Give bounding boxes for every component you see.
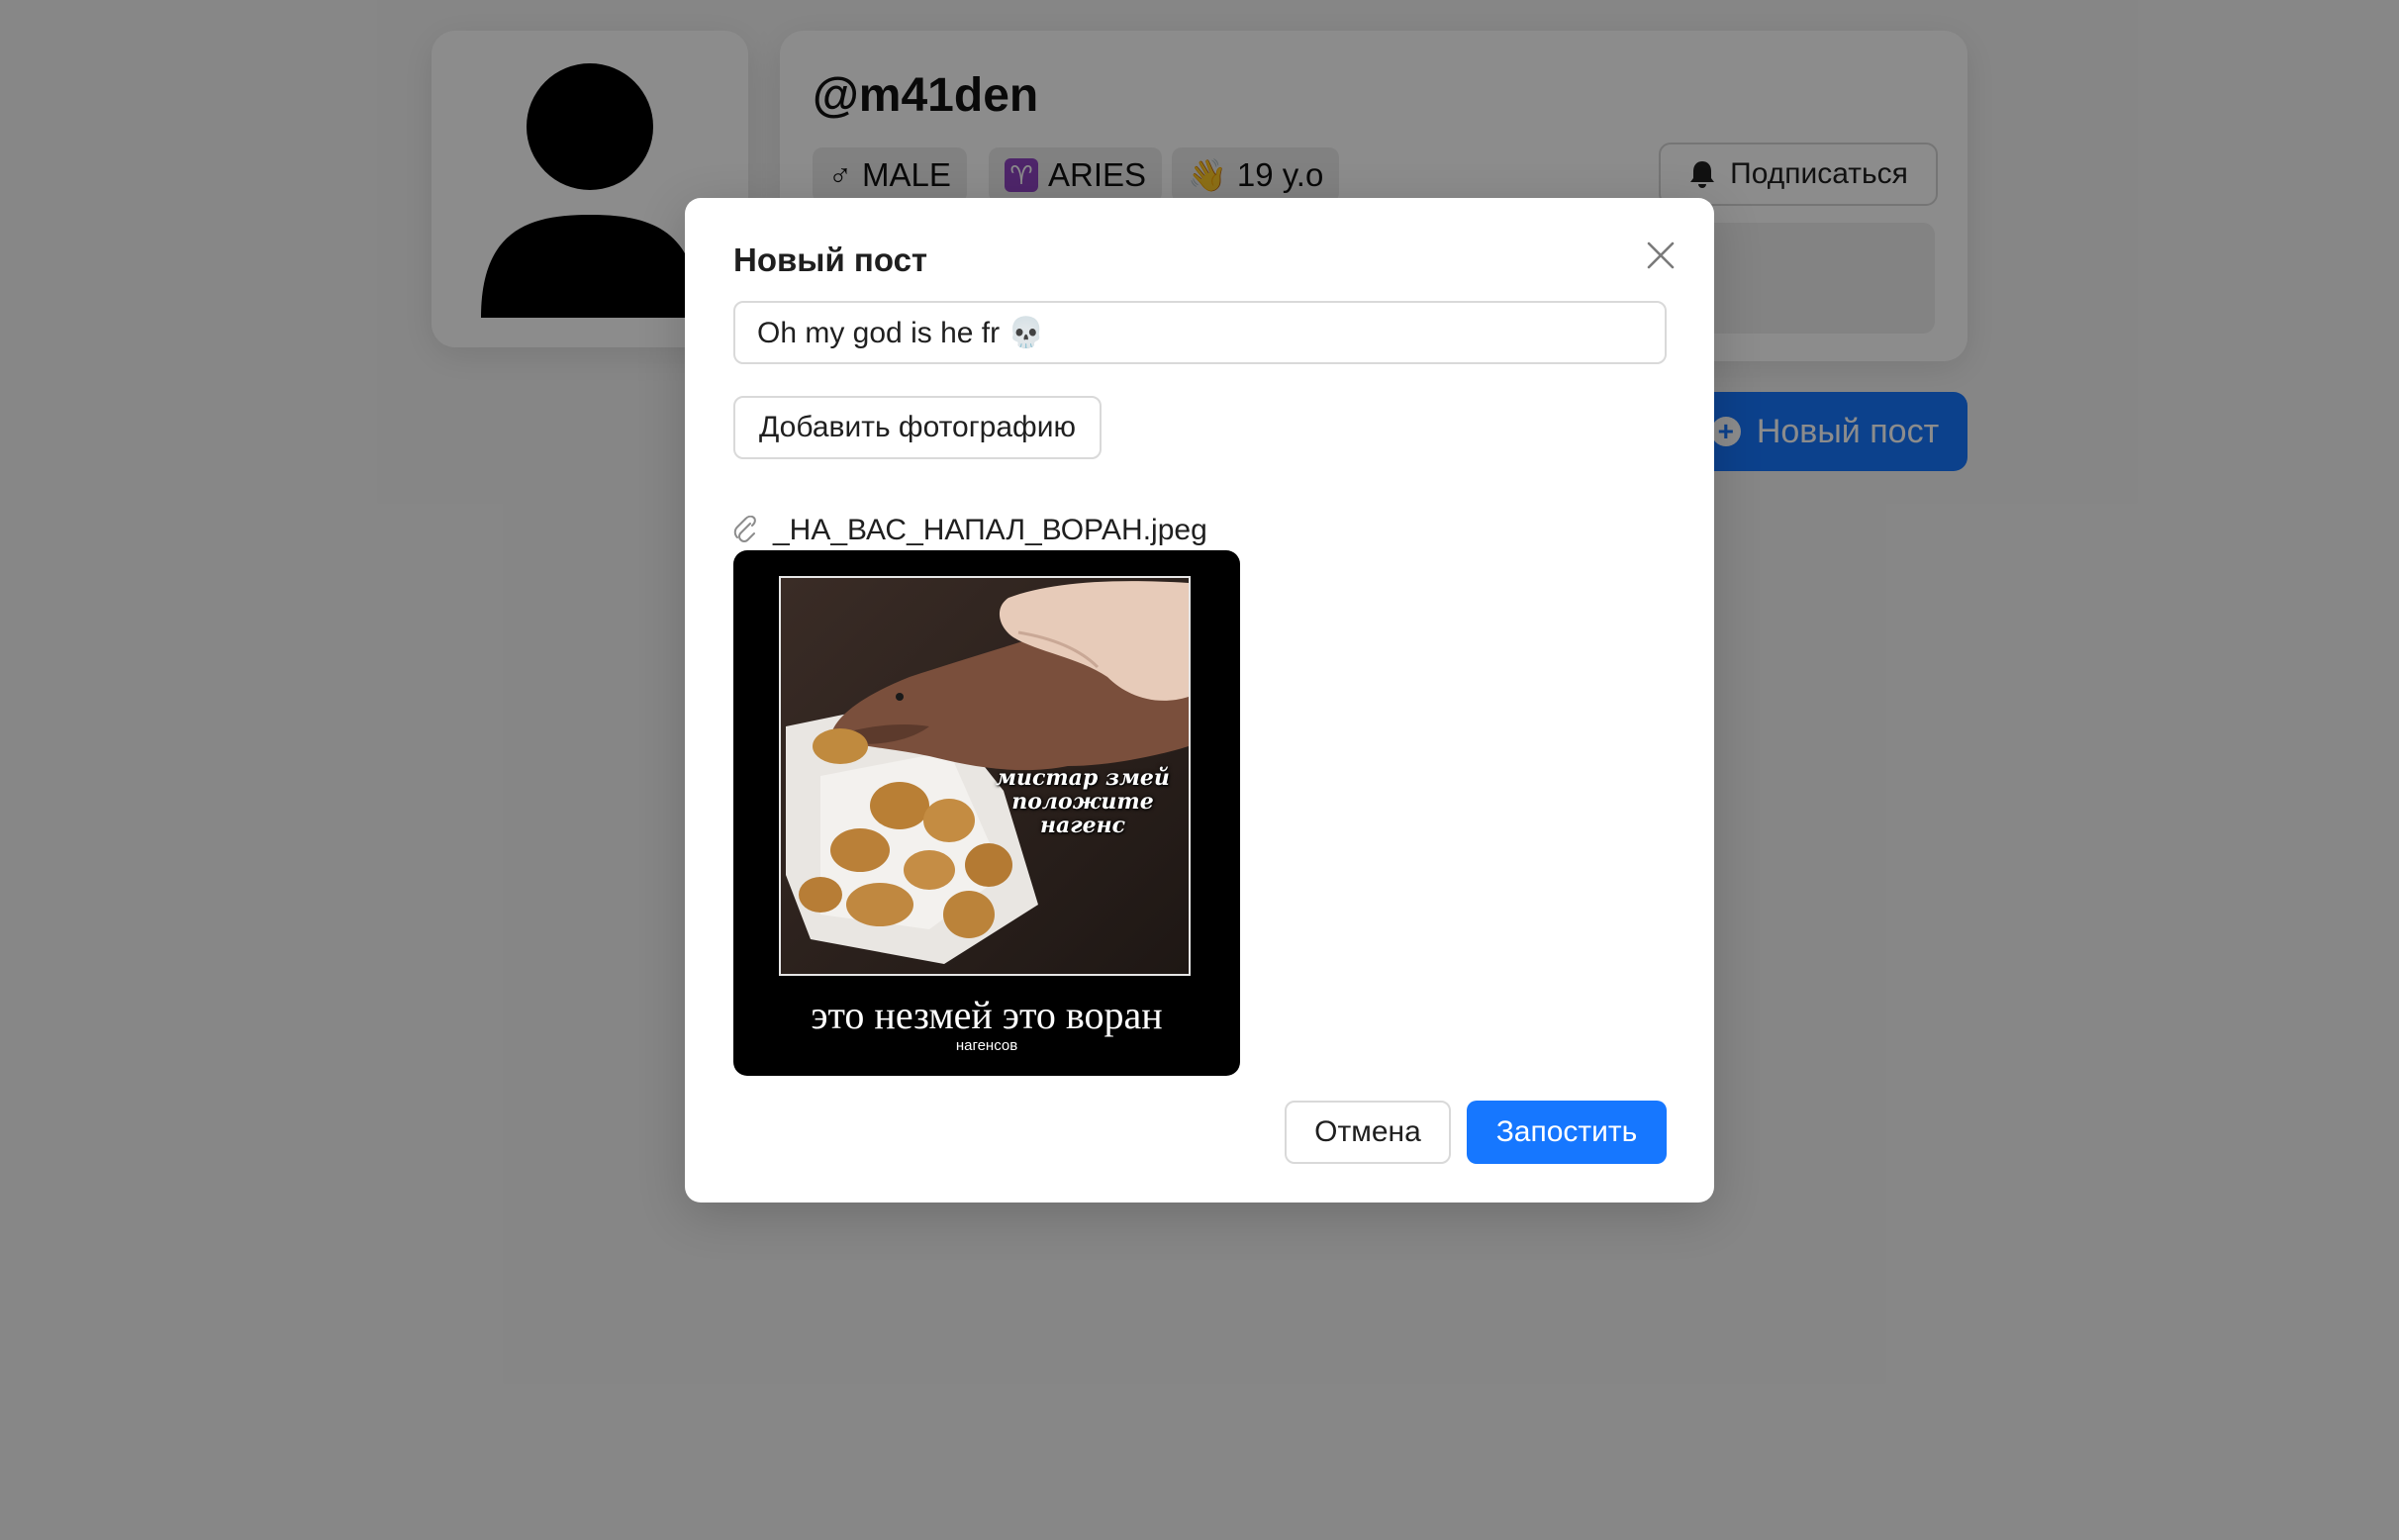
meme-photo: мистар змей положите нагенс <box>779 576 1191 976</box>
meme-title: это незмей это воран <box>811 993 1163 1037</box>
paperclip-icon <box>733 516 756 542</box>
image-preview: мистар змей положите нагенс это незмей э… <box>733 550 1240 1076</box>
close-icon <box>1647 241 1675 269</box>
new-post-modal: Новый пост Добавить фотографию _НА_ВАС_Н… <box>685 198 1714 1203</box>
close-button[interactable] <box>1639 234 1682 277</box>
modal-title: Новый пост <box>733 241 928 278</box>
meme-subtitle: нагенсов <box>955 1037 1018 1054</box>
post-text-input[interactable] <box>733 301 1667 364</box>
cancel-button[interactable]: Отмена <box>1285 1101 1451 1164</box>
attachment-item: _НА_ВАС_НАПАЛ_ВОРАН.jpeg <box>733 511 1207 550</box>
attachment-filename: _НА_ВАС_НАПАЛ_ВОРАН.jpeg <box>773 514 1207 546</box>
submit-post-button[interactable]: Запостить <box>1467 1101 1667 1164</box>
add-photo-button[interactable]: Добавить фотографию <box>733 396 1102 459</box>
photo-overlay-caption: мистар змей положите нагенс <box>996 765 1170 838</box>
